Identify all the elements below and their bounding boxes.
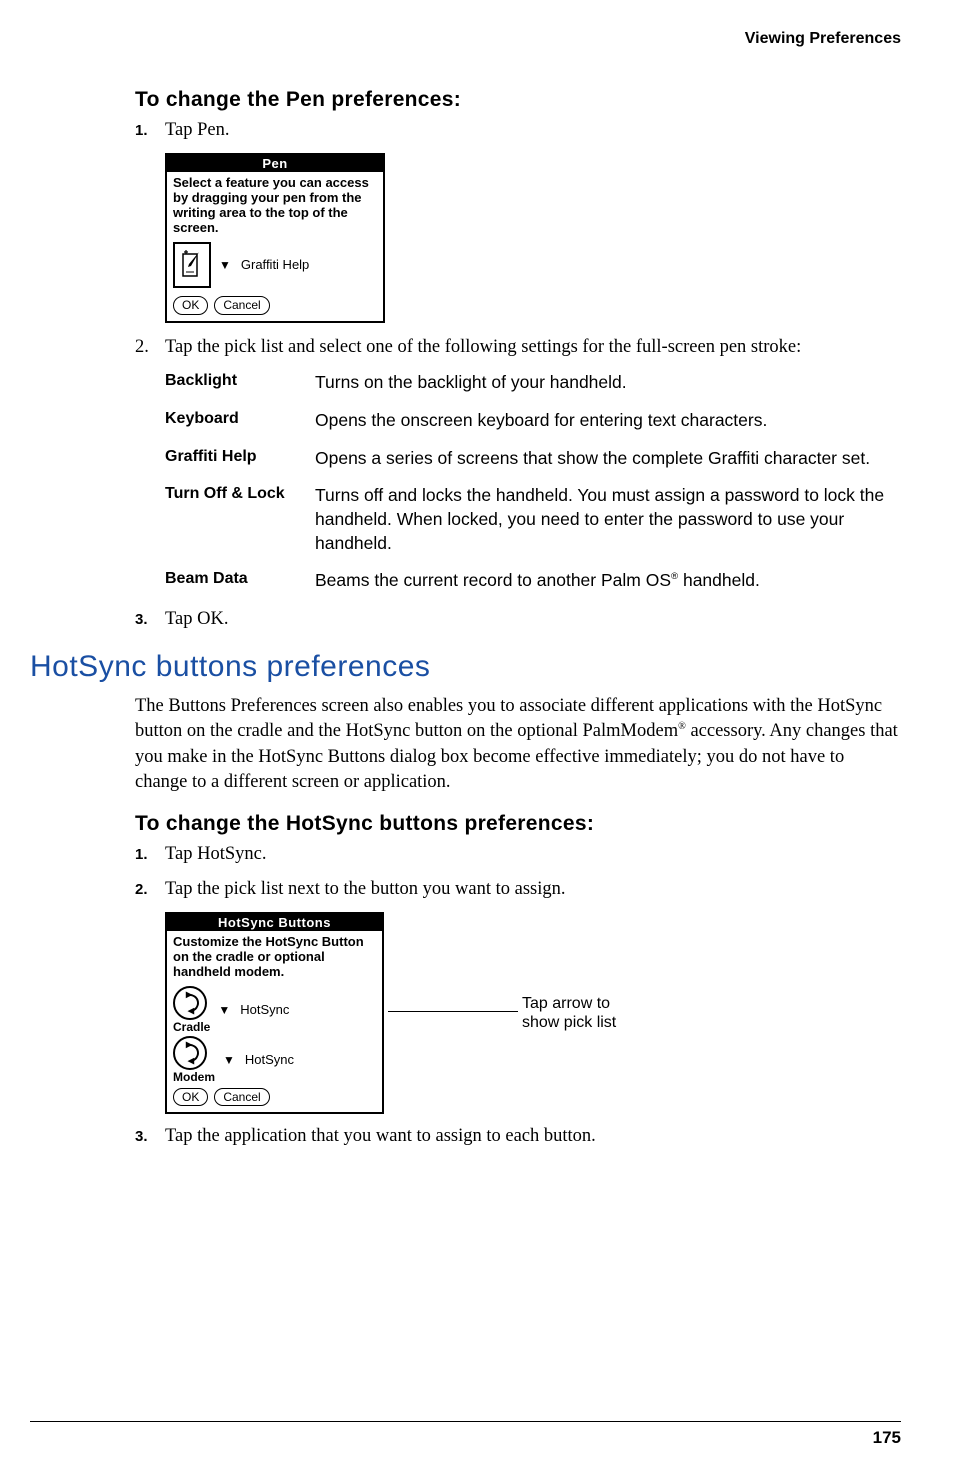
dropdown-arrow-icon[interactable]: ▼ <box>223 1053 235 1067</box>
step-text: Tap OK. <box>165 607 901 632</box>
callout-text: Tap arrow to show pick list <box>522 994 642 1032</box>
def-term: Graffiti Help <box>165 447 315 466</box>
pen-dialog-instruction: Select a feature you can access by dragg… <box>173 176 377 236</box>
hotsync-heading: HotSync buttons preferences <box>30 650 901 684</box>
step-1-1: 1. Tap Pen. <box>135 118 901 143</box>
footer-rule <box>30 1421 901 1422</box>
step-number: 2. <box>135 335 165 360</box>
def-desc: Turns on the backlight of your handheld. <box>315 371 901 395</box>
def-term: Turn Off & Lock <box>165 484 315 503</box>
page: Viewing Preferences To change the Pen pr… <box>0 0 976 1466</box>
step-1-2: 2. Tap the pick list and select one of t… <box>135 335 901 360</box>
step-number: 3. <box>135 607 165 630</box>
step-text: Tap the pick list next to the button you… <box>165 877 901 902</box>
def-desc: Opens the onscreen keyboard for entering… <box>315 409 901 433</box>
dropdown-arrow-icon[interactable]: ▼ <box>218 1003 230 1017</box>
hotsync-dialog-instruction: Customize the HotSync Button on the crad… <box>173 935 376 980</box>
pen-dialog-picklist-row[interactable]: ▼ Graffiti Help <box>173 242 377 288</box>
pen-dialog-title: Pen <box>167 155 383 172</box>
step-number: 3. <box>135 1124 165 1147</box>
step-number: 1. <box>135 118 165 141</box>
running-head: Viewing Preferences <box>30 30 901 48</box>
modem-label: Modem <box>173 1070 215 1084</box>
step-2-2: 2. Tap the pick list next to the button … <box>135 877 901 902</box>
steps-list-1: 1. Tap Pen. <box>135 118 901 143</box>
step-text: Tap HotSync. <box>165 842 901 867</box>
hotsync-screenshot-wrap: HotSync Buttons Customize the HotSync Bu… <box>165 912 901 1115</box>
hotsync-icon: ▸▸ <box>173 1036 207 1070</box>
def-desc: Beams the current record to another Palm… <box>315 569 901 593</box>
step-1-3: 3. Tap OK. <box>135 607 901 632</box>
def-term: Backlight <box>165 371 315 390</box>
def-keyboard: Keyboard Opens the onscreen keyboard for… <box>165 409 901 433</box>
step-number: 2. <box>135 877 165 900</box>
def-graffiti: Graffiti Help Opens a series of screens … <box>165 447 901 471</box>
cradle-picklist-value[interactable]: HotSync <box>240 1002 289 1017</box>
hotsync-paragraph: The Buttons Preferences screen also enab… <box>135 694 901 796</box>
body-column-2: The Buttons Preferences screen also enab… <box>135 694 901 1150</box>
body-column: To change the Pen preferences: 1. Tap Pe… <box>135 88 901 632</box>
dropdown-arrow-icon[interactable]: ▼ <box>219 258 231 272</box>
callout-leader-line <box>388 1011 518 1012</box>
def-desc-pre: Beams the current record to another Palm… <box>315 570 671 590</box>
task-title-hotsync: To change the HotSync buttons preference… <box>135 812 901 836</box>
cradle-label: Cradle <box>173 1020 210 1034</box>
steps-list-1b: 2. Tap the pick list and select one of t… <box>135 335 901 360</box>
step-2-1: 1. Tap HotSync. <box>135 842 901 867</box>
def-desc: Opens a series of screens that show the … <box>315 447 901 471</box>
step-text: Tap Pen. <box>165 118 901 143</box>
pen-icon <box>173 242 211 288</box>
steps-list-1c: 3. Tap OK. <box>135 607 901 632</box>
settings-definitions: Backlight Turns on the backlight of your… <box>165 371 901 592</box>
modem-picklist-value[interactable]: HotSync <box>245 1052 294 1067</box>
def-term: Beam Data <box>165 569 315 588</box>
hotsync-dialog-title: HotSync Buttons <box>167 914 382 931</box>
step-2-3: 3. Tap the application that you want to … <box>135 1124 901 1149</box>
def-beam: Beam Data Beams the current record to an… <box>165 569 901 593</box>
pen-picklist-value[interactable]: Graffiti Help <box>241 257 309 272</box>
pen-cancel-button[interactable]: Cancel <box>214 296 269 315</box>
pen-dialog-screenshot: Pen Select a feature you can access by d… <box>165 153 385 323</box>
step-number: 1. <box>135 842 165 865</box>
def-turnoff: Turn Off & Lock Turns off and locks the … <box>165 484 901 555</box>
hotsync-dialog-screenshot: HotSync Buttons Customize the HotSync Bu… <box>165 912 384 1115</box>
task-title-pen: To change the Pen preferences: <box>135 88 901 112</box>
step-text: Tap the pick list and select one of the … <box>165 335 901 360</box>
def-term: Keyboard <box>165 409 315 428</box>
def-desc-post: handheld. <box>678 570 760 590</box>
steps-list-2: 1. Tap HotSync. 2. Tap the pick list nex… <box>135 842 901 902</box>
page-number: 175 <box>873 1428 901 1448</box>
hotsync-row-modem: ▸▸ Modem ▼ HotSync <box>173 1036 376 1084</box>
hotsync-row-cradle: ▸▸ Cradle ▼ HotSync <box>173 986 376 1034</box>
hotsync-cancel-button[interactable]: Cancel <box>214 1088 269 1107</box>
registered-mark: ® <box>678 721 686 732</box>
step-text: Tap the application that you want to ass… <box>165 1124 901 1149</box>
def-backlight: Backlight Turns on the backlight of your… <box>165 371 901 395</box>
hotsync-ok-button[interactable]: OK <box>173 1088 208 1107</box>
steps-list-2b: 3. Tap the application that you want to … <box>135 1124 901 1149</box>
pen-ok-button[interactable]: OK <box>173 296 208 315</box>
def-desc: Turns off and locks the handheld. You mu… <box>315 484 901 555</box>
hotsync-icon: ▸▸ <box>173 986 207 1020</box>
